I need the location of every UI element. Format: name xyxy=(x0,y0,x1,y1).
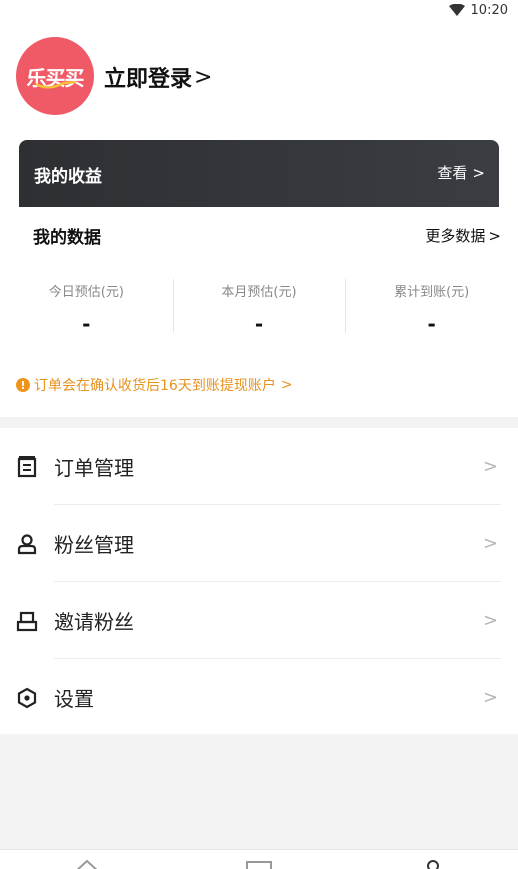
earnings-view-button[interactable]: 查看 > xyxy=(437,162,485,183)
wifi-icon xyxy=(448,4,465,16)
login-label: 立即登录 xyxy=(104,67,193,92)
earnings-card: 我的收益 查看 > xyxy=(19,140,499,208)
settlement-notice[interactable]: ! 订单会在确认收货后16天到账提现账户 > xyxy=(16,375,293,395)
stat-value: - xyxy=(82,312,91,336)
menu-list: 订单管理 > 粉丝管理 > 邀请粉丝 > 设置 > xyxy=(0,428,518,734)
menu-item-fan-management[interactable]: 粉丝管理 > xyxy=(0,505,518,582)
stats-row: 今日预估(元) - 本月预估(元) - 累计到账(元) - xyxy=(0,277,518,336)
more-data-button[interactable]: 更多数据 > xyxy=(425,225,501,246)
chevron-right-icon: > xyxy=(482,456,498,477)
stat-value: - xyxy=(427,312,436,336)
my-data-panel: 我的数据 更多数据 > 今日预估(元) - 本月预估(元) - 累计到账(元) … xyxy=(0,207,518,417)
home-icon[interactable] xyxy=(72,858,102,869)
more-data-label: 更多数据 xyxy=(425,227,486,245)
profile-icon[interactable] xyxy=(418,858,448,869)
login-link[interactable]: 立即登录 > xyxy=(104,62,213,93)
user-icon xyxy=(17,533,37,554)
earnings-view-label: 查看 xyxy=(437,164,468,182)
my-data-title: 我的数据 xyxy=(33,228,101,248)
profile-header: 乐买买 立即登录 > 我的收益 查看 > xyxy=(0,20,518,208)
menu-item-label: 设置 xyxy=(54,687,94,711)
status-time: 10:20 xyxy=(470,2,508,18)
menu-item-settings[interactable]: 设置 > xyxy=(0,659,518,736)
warning-icon: ! xyxy=(16,378,30,392)
menu-item-label: 订单管理 xyxy=(54,456,134,480)
earnings-title: 我的收益 xyxy=(34,167,102,187)
stat-month: 本月预估(元) - xyxy=(172,277,346,336)
bottom-nav xyxy=(0,849,518,869)
menu-item-label: 邀请粉丝 xyxy=(54,610,134,634)
logo-swoosh-icon xyxy=(35,81,77,89)
chevron-right-icon: > xyxy=(488,226,501,245)
menu-item-order-management[interactable]: 订单管理 > xyxy=(0,428,518,505)
invite-icon xyxy=(16,611,38,631)
settings-icon xyxy=(17,687,37,708)
status-bar: 10:20 xyxy=(0,0,518,20)
chevron-right-icon: > xyxy=(482,533,498,554)
menu-item-label: 粉丝管理 xyxy=(54,533,134,557)
chevron-right-icon: > xyxy=(482,610,498,631)
category-icon[interactable] xyxy=(244,858,274,869)
notice-text: 订单会在确认收货后16天到账提现账户 xyxy=(34,378,276,394)
stat-today: 今日预估(元) - xyxy=(0,277,173,336)
stat-value: - xyxy=(254,312,264,336)
menu-item-invite-fans[interactable]: 邀请粉丝 > xyxy=(0,582,518,659)
stat-label: 累计到账(元) xyxy=(394,285,470,300)
my-data-header: 我的数据 更多数据 > xyxy=(33,223,501,249)
order-list-icon xyxy=(17,455,37,477)
stat-total: 累计到账(元) - xyxy=(345,277,518,336)
stat-label: 今日预估(元) xyxy=(48,285,124,300)
stat-label: 本月预估(元) xyxy=(221,285,297,300)
avatar[interactable]: 乐买买 xyxy=(16,37,94,115)
chevron-right-icon: > xyxy=(482,687,498,708)
chevron-right-icon: > xyxy=(472,163,485,182)
chevron-right-icon: > xyxy=(280,377,293,393)
chevron-right-icon: > xyxy=(194,64,213,90)
